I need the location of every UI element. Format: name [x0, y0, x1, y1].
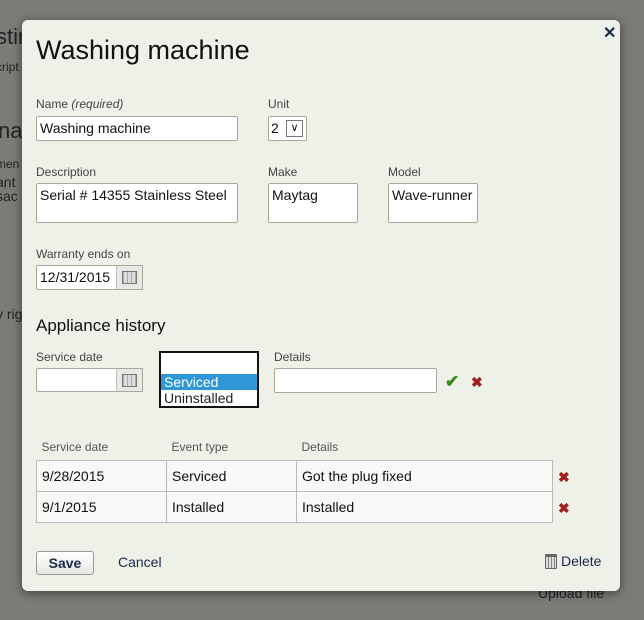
name-label: Name (required) [36, 97, 123, 111]
make-textarea[interactable]: Maytag [268, 183, 358, 223]
cell-event: Serviced [166, 459, 297, 492]
cell-date: 9/1/2015 [36, 490, 167, 523]
warranty-label: Warranty ends on [36, 247, 131, 261]
service-date-input[interactable] [36, 368, 118, 392]
model-textarea[interactable]: Wave-runner [388, 183, 478, 223]
event-option[interactable] [161, 353, 257, 374]
chevron-down-icon: ∨ [286, 120, 303, 137]
column-header: Details [301, 440, 339, 455]
close-icon[interactable]: ✕ [603, 23, 616, 43]
event-option[interactable]: Uninstalled [161, 390, 257, 406]
cell-details: Got the plug fixed [296, 459, 553, 492]
calendar-icon[interactable] [116, 368, 143, 392]
cell-date: 9/28/2015 [36, 459, 167, 492]
bg-text: na [0, 118, 23, 143]
cell-event: Installed [166, 490, 297, 523]
name-input[interactable]: Washing machine [36, 116, 238, 141]
warranty-date-input[interactable]: 12/31/2015 [36, 265, 118, 290]
delete-row-icon[interactable]: ✖ [558, 469, 570, 486]
table-row[interactable]: 9/28/2015 Serviced Got the plug fixed [36, 459, 553, 492]
column-header: Service date [41, 440, 109, 455]
table-row[interactable]: 9/1/2015 Installed Installed [36, 490, 553, 523]
name-label-text: Name [36, 97, 69, 111]
delete-label: Delete [561, 553, 602, 569]
delete-button[interactable]: Delete [545, 553, 601, 569]
make-label: Make [268, 165, 298, 179]
service-date-label: Service date [36, 350, 103, 364]
details-label: Details [274, 350, 311, 364]
event-option-selected[interactable]: Serviced [161, 374, 257, 390]
trash-icon [545, 553, 557, 569]
model-label: Model [388, 165, 421, 179]
save-button[interactable]: Save [36, 551, 94, 575]
history-table: Service date Event type Details 9/28/201… [36, 440, 553, 523]
description-textarea[interactable]: Serial # 14355 Stainless Steel [36, 183, 238, 223]
description-label: Description [36, 165, 97, 179]
cancel-link[interactable]: Cancel [118, 554, 162, 570]
details-input[interactable] [274, 368, 437, 393]
bg-text: men [0, 157, 20, 171]
event-type-listbox[interactable]: Serviced Uninstalled [159, 351, 259, 408]
appliance-dialog: ✕ Washing machine Name (required) Washin… [22, 20, 620, 591]
required-hint: (required) [71, 97, 124, 111]
cancel-x-icon[interactable]: ✖ [471, 374, 483, 391]
unit-value: 2 [271, 120, 279, 136]
bg-text: y rig [0, 306, 23, 322]
history-title: Appliance history [36, 316, 166, 335]
unit-select[interactable]: 2 ∨ [268, 116, 307, 141]
bg-text: sac [0, 188, 18, 204]
dialog-title: Washing machine [36, 35, 250, 65]
bg-text: cript [0, 60, 19, 74]
calendar-icon[interactable] [116, 265, 143, 290]
cell-details: Installed [296, 490, 553, 523]
delete-row-icon[interactable]: ✖ [558, 500, 570, 517]
unit-label: Unit [268, 97, 290, 111]
column-header: Event type [171, 440, 229, 455]
checkmark-icon[interactable]: ✔ [445, 372, 459, 392]
